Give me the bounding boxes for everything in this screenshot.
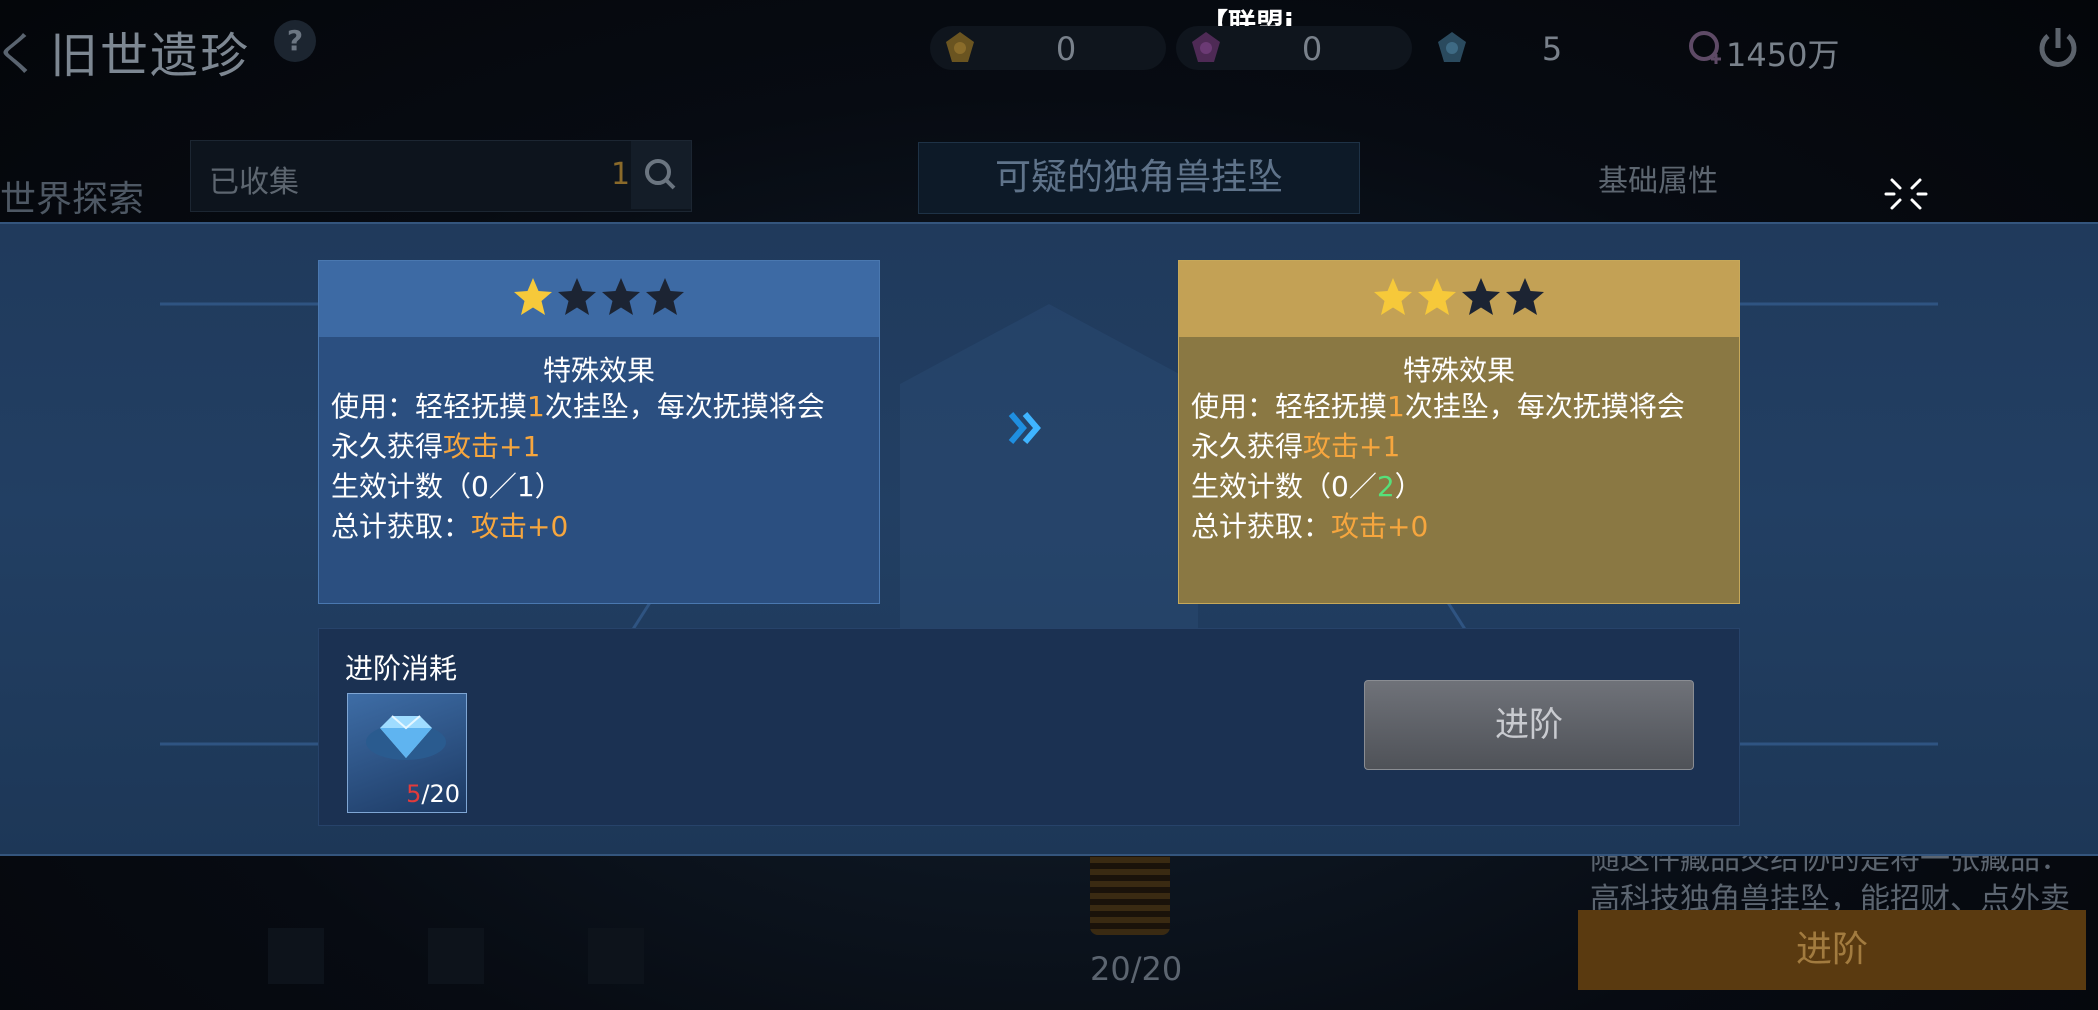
- star-empty-icon: [1506, 278, 1544, 315]
- effect-line: 使用：轻轻抚摸1次挂坠，每次抚摸将会: [1191, 387, 1685, 427]
- effect-description: 使用：轻轻抚摸1次挂坠，每次抚摸将会 永久获得攻击+1 生效计数（0／1） 总计…: [331, 387, 825, 547]
- cost-title: 进阶消耗: [345, 652, 458, 685]
- text: 生效计数（0／: [1191, 470, 1377, 503]
- help-icon[interactable]: ?: [274, 20, 316, 62]
- effect-line: 总计获取：攻击+0: [1191, 507, 1685, 547]
- item-title[interactable]: 可疑的独角兽挂坠: [918, 142, 1360, 214]
- total-gained: 攻击+0: [1331, 510, 1429, 543]
- total-gained: 攻击+0: [471, 510, 569, 543]
- text: 总计获取：: [331, 510, 472, 543]
- resource-purple[interactable]: 0: [1176, 26, 1412, 70]
- text: 总计获取：: [1191, 510, 1332, 543]
- star-rating: [319, 275, 879, 319]
- special-effect-title: 特殊效果: [542, 354, 655, 387]
- back-button[interactable]: く: [0, 18, 40, 84]
- background-upgrade-button[interactable]: 进阶: [1578, 910, 2086, 990]
- owned-count: 5: [406, 780, 422, 808]
- search-button[interactable]: [631, 141, 691, 209]
- attack-bonus: 攻击+1: [443, 430, 541, 463]
- current-level-card: 特殊效果 使用：轻轻抚摸1次挂坠，每次抚摸将会 永久获得攻击+1 生效计数（0／…: [318, 260, 880, 604]
- highlight-number: 1: [527, 390, 545, 423]
- effect-line: 永久获得攻击+1: [331, 427, 825, 467]
- resource-coins[interactable]: 1450万: [1676, 26, 1876, 74]
- resource-blue[interactable]: 5: [1422, 26, 1622, 70]
- effect-line: 生效计数（0／2）: [1191, 467, 1685, 507]
- upgrade-modal: 特殊效果 使用：轻轻抚摸1次挂坠，每次抚摸将会 永久获得攻击+1 生效计数（0／…: [0, 222, 2098, 856]
- star-empty-icon: [1462, 278, 1500, 315]
- text: 永久获得: [331, 430, 444, 463]
- diamond-gem-icon: [366, 715, 446, 760]
- star-empty-icon: [602, 278, 640, 315]
- cost-item[interactable]: 5/20: [347, 693, 467, 813]
- text: 使用：轻轻抚摸: [1191, 390, 1388, 423]
- progress-count: 20/20: [1090, 950, 1183, 988]
- effect-line: 永久获得攻击+1: [1191, 427, 1685, 467]
- star-empty-icon: [646, 278, 684, 315]
- resource-value: 5: [1541, 30, 1563, 68]
- text: 生效计数（0／: [331, 470, 517, 503]
- effect-line: 总计获取：攻击+0: [331, 507, 825, 547]
- resource-gold[interactable]: 0: [930, 26, 1166, 70]
- top-bar: く 旧世遗珍 ? 【联盟i 0 0 5 1450万: [0, 0, 2098, 100]
- star-filled-icon: [1418, 278, 1456, 315]
- close-icon[interactable]: [1884, 172, 1928, 216]
- coin-add-icon: [1689, 31, 1721, 64]
- item-model: [1090, 845, 1170, 935]
- basic-attributes-label: 基础属性: [1598, 164, 1718, 199]
- resource-value: 0: [1055, 30, 1077, 68]
- collected-label: 已收集: [209, 165, 299, 200]
- card-header: [1179, 261, 1739, 337]
- star-filled-icon: [1374, 278, 1412, 315]
- star-filled-icon: [514, 278, 552, 315]
- cost-count: 5/20: [406, 780, 460, 808]
- effect-description: 使用：轻轻抚摸1次挂坠，每次抚摸将会 永久获得攻击+1 生效计数（0／2） 总计…: [1191, 387, 1685, 547]
- basic-attributes: 基础属性: [1580, 144, 2080, 234]
- next-level-card: 特殊效果 使用：轻轻抚摸1次挂坠，每次抚摸将会 永久获得攻击+1 生效计数（0／…: [1178, 260, 1740, 604]
- world-explore-tab[interactable]: 世界探索: [0, 170, 144, 222]
- effect-line: 使用：轻轻抚摸1次挂坠，每次抚摸将会: [331, 387, 825, 427]
- star-rating: [1179, 275, 1739, 319]
- upgrade-button[interactable]: 进阶: [1364, 680, 1694, 770]
- slot[interactable]: [268, 928, 324, 984]
- special-effect-title: 特殊效果: [1402, 354, 1515, 387]
- card-header: [319, 261, 879, 337]
- star-empty-icon: [558, 278, 596, 315]
- effect-line: 生效计数（0／1）: [331, 467, 825, 507]
- slot[interactable]: [428, 928, 484, 984]
- text: 次挂坠，每次抚摸将会: [1404, 390, 1685, 423]
- text: ）: [1394, 470, 1423, 503]
- collected-filter[interactable]: 已收集 1: [190, 140, 692, 212]
- effect-count-max: 2: [1376, 470, 1395, 503]
- text: 永久获得: [1191, 430, 1304, 463]
- power-icon[interactable]: [2034, 24, 2082, 72]
- text: ）: [534, 470, 563, 503]
- attack-bonus: 攻击+1: [1303, 430, 1401, 463]
- collected-count: 1: [611, 157, 631, 192]
- required-count: /20: [421, 780, 460, 808]
- slot[interactable]: [588, 928, 644, 984]
- resource-value: 1450万: [1726, 36, 1840, 74]
- text: 使用：轻轻抚摸: [331, 390, 528, 423]
- double-chevron-right-icon: [1008, 412, 1041, 444]
- page-title: 旧世遗珍: [50, 28, 251, 84]
- blue-crest-icon: [1438, 32, 1466, 62]
- effect-count-max: 1: [516, 470, 535, 503]
- text: 次挂坠，每次抚摸将会: [544, 390, 825, 423]
- search-icon: [645, 159, 676, 190]
- highlight-number: 1: [1387, 390, 1405, 423]
- resource-value: 0: [1301, 30, 1323, 68]
